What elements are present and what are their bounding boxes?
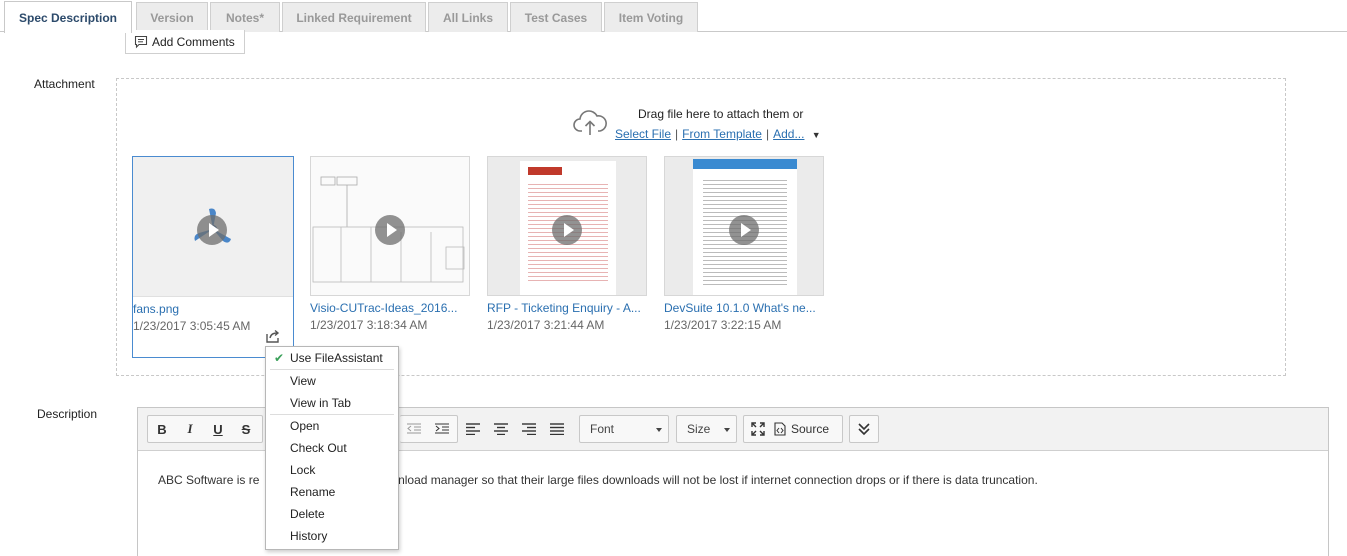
view-group: Source bbox=[743, 415, 843, 443]
align-center-icon[interactable] bbox=[487, 416, 515, 442]
from-template-link[interactable]: From Template bbox=[682, 127, 762, 141]
source-label: Source bbox=[791, 422, 830, 436]
size-select-label: Size bbox=[687, 422, 711, 436]
attachment-thumbnail[interactable] bbox=[133, 157, 293, 297]
tab-label: Linked Requirement bbox=[296, 10, 412, 25]
tab-label: Item Voting bbox=[618, 10, 684, 25]
tab-version[interactable]: Version bbox=[136, 2, 208, 32]
size-select[interactable]: Size bbox=[676, 415, 737, 443]
menu-item-lock[interactable]: Lock bbox=[266, 459, 398, 481]
play-icon[interactable] bbox=[552, 215, 582, 245]
tab-label: Test Cases bbox=[524, 10, 588, 25]
tab-item-voting[interactable]: Item Voting bbox=[604, 2, 698, 32]
attachment-date: 1/23/2017 3:22:15 AM bbox=[664, 318, 782, 332]
attach-links: Select File | From Template | Add... ▼ bbox=[615, 127, 821, 141]
justify-icon[interactable] bbox=[543, 416, 571, 442]
font-select[interactable]: Font bbox=[579, 415, 669, 443]
tab-linked-requirement[interactable]: Linked Requirement bbox=[282, 2, 426, 32]
menu-item-delete[interactable]: Delete bbox=[266, 503, 398, 525]
tab-spec-description[interactable]: Spec Description bbox=[4, 1, 132, 33]
outdent-icon[interactable] bbox=[400, 416, 428, 442]
indent-group bbox=[400, 415, 458, 443]
tab-test-cases[interactable]: Test Cases bbox=[510, 2, 602, 32]
menu-item-view-in-tab[interactable]: View in Tab bbox=[266, 392, 398, 414]
italic-button[interactable]: I bbox=[176, 416, 204, 442]
menu-item-view[interactable]: View bbox=[266, 370, 398, 392]
attachment-context-menu: ✔ Use FileAssistant View View in Tab Open… bbox=[265, 346, 399, 550]
attachment-card[interactable]: RFP - Ticketing Enquiry - A... 1/23/2017… bbox=[487, 156, 649, 332]
caret-down-icon bbox=[656, 428, 662, 432]
caret-down-icon bbox=[724, 428, 730, 432]
maximize-icon[interactable] bbox=[744, 416, 772, 442]
attachment-thumbnail[interactable] bbox=[310, 156, 470, 296]
menu-item-history[interactable]: History bbox=[266, 525, 398, 547]
attachment-card[interactable]: Visio-CUTrac-Ideas_2016... 1/23/2017 3:1… bbox=[310, 156, 472, 332]
align-right-icon[interactable] bbox=[515, 416, 543, 442]
attachment-date: 1/23/2017 3:21:44 AM bbox=[487, 318, 605, 332]
drag-hint: Drag file here to attach them or bbox=[638, 107, 804, 121]
tab-label: Notes* bbox=[225, 10, 264, 25]
collapse-toolbar-button[interactable] bbox=[849, 415, 879, 443]
menu-item-open[interactable]: Open bbox=[266, 415, 398, 437]
underline-button[interactable]: U bbox=[204, 416, 232, 442]
attachment-thumbnail[interactable] bbox=[487, 156, 647, 296]
source-icon bbox=[774, 422, 786, 436]
attachment-label: Attachment bbox=[34, 77, 95, 91]
play-icon[interactable] bbox=[197, 215, 227, 245]
font-select-label: Font bbox=[590, 422, 615, 436]
description-label: Description bbox=[37, 407, 98, 421]
source-button[interactable]: Source bbox=[772, 422, 829, 436]
menu-item-label: Use FileAssistant bbox=[290, 351, 383, 365]
strikethrough-button[interactable]: S bbox=[232, 416, 260, 442]
tab-bar: Spec Description Version Notes* Linked R… bbox=[0, 0, 1347, 33]
menu-item-rename[interactable]: Rename bbox=[266, 481, 398, 503]
checkmark-icon: ✔ bbox=[274, 351, 285, 365]
tab-label: All Links bbox=[442, 10, 493, 25]
attachment-name[interactable]: fans.png bbox=[133, 302, 293, 316]
menu-item-use-fileassistant[interactable]: ✔ Use FileAssistant bbox=[266, 347, 398, 369]
tab-all-links[interactable]: All Links bbox=[428, 2, 508, 32]
attachment-date: 1/23/2017 3:18:34 AM bbox=[310, 318, 428, 332]
select-file-link[interactable]: Select File bbox=[615, 127, 671, 141]
add-comments-button[interactable]: Add Comments bbox=[125, 30, 245, 54]
bold-button[interactable]: B bbox=[148, 416, 176, 442]
menu-item-check-out[interactable]: Check Out bbox=[266, 437, 398, 459]
attachment-card[interactable]: DevSuite 10.1.0 What's ne... 1/23/2017 3… bbox=[664, 156, 826, 332]
play-icon[interactable] bbox=[729, 215, 759, 245]
dropdown-arrow-icon[interactable]: ▼ bbox=[812, 130, 821, 140]
format-group: B I U S bbox=[147, 415, 263, 443]
align-group bbox=[459, 415, 575, 443]
attachment-thumbnail[interactable] bbox=[664, 156, 824, 296]
share-icon[interactable] bbox=[265, 329, 281, 343]
play-icon[interactable] bbox=[375, 215, 405, 245]
attachment-name[interactable]: Visio-CUTrac-Ideas_2016... bbox=[310, 301, 470, 315]
attachment-name[interactable]: RFP - Ticketing Enquiry - A... bbox=[487, 301, 647, 315]
tab-label: Spec Description bbox=[18, 10, 118, 25]
separator: | bbox=[765, 127, 770, 141]
double-chevron-down-icon bbox=[850, 416, 878, 442]
attachment-card[interactable]: fans.png 1/23/2017 3:05:45 AM bbox=[132, 156, 294, 358]
upload-cloud-icon bbox=[573, 110, 607, 135]
tab-notes[interactable]: Notes* bbox=[210, 2, 280, 32]
separator: | bbox=[675, 127, 679, 141]
indent-icon[interactable] bbox=[428, 416, 456, 442]
comment-icon bbox=[134, 35, 148, 48]
align-left-icon[interactable] bbox=[459, 416, 487, 442]
add-more-link[interactable]: Add... bbox=[773, 127, 804, 141]
tab-label: Version bbox=[150, 10, 194, 25]
attachment-name[interactable]: DevSuite 10.1.0 What's ne... bbox=[664, 301, 824, 315]
add-comments-label: Add Comments bbox=[152, 34, 235, 49]
